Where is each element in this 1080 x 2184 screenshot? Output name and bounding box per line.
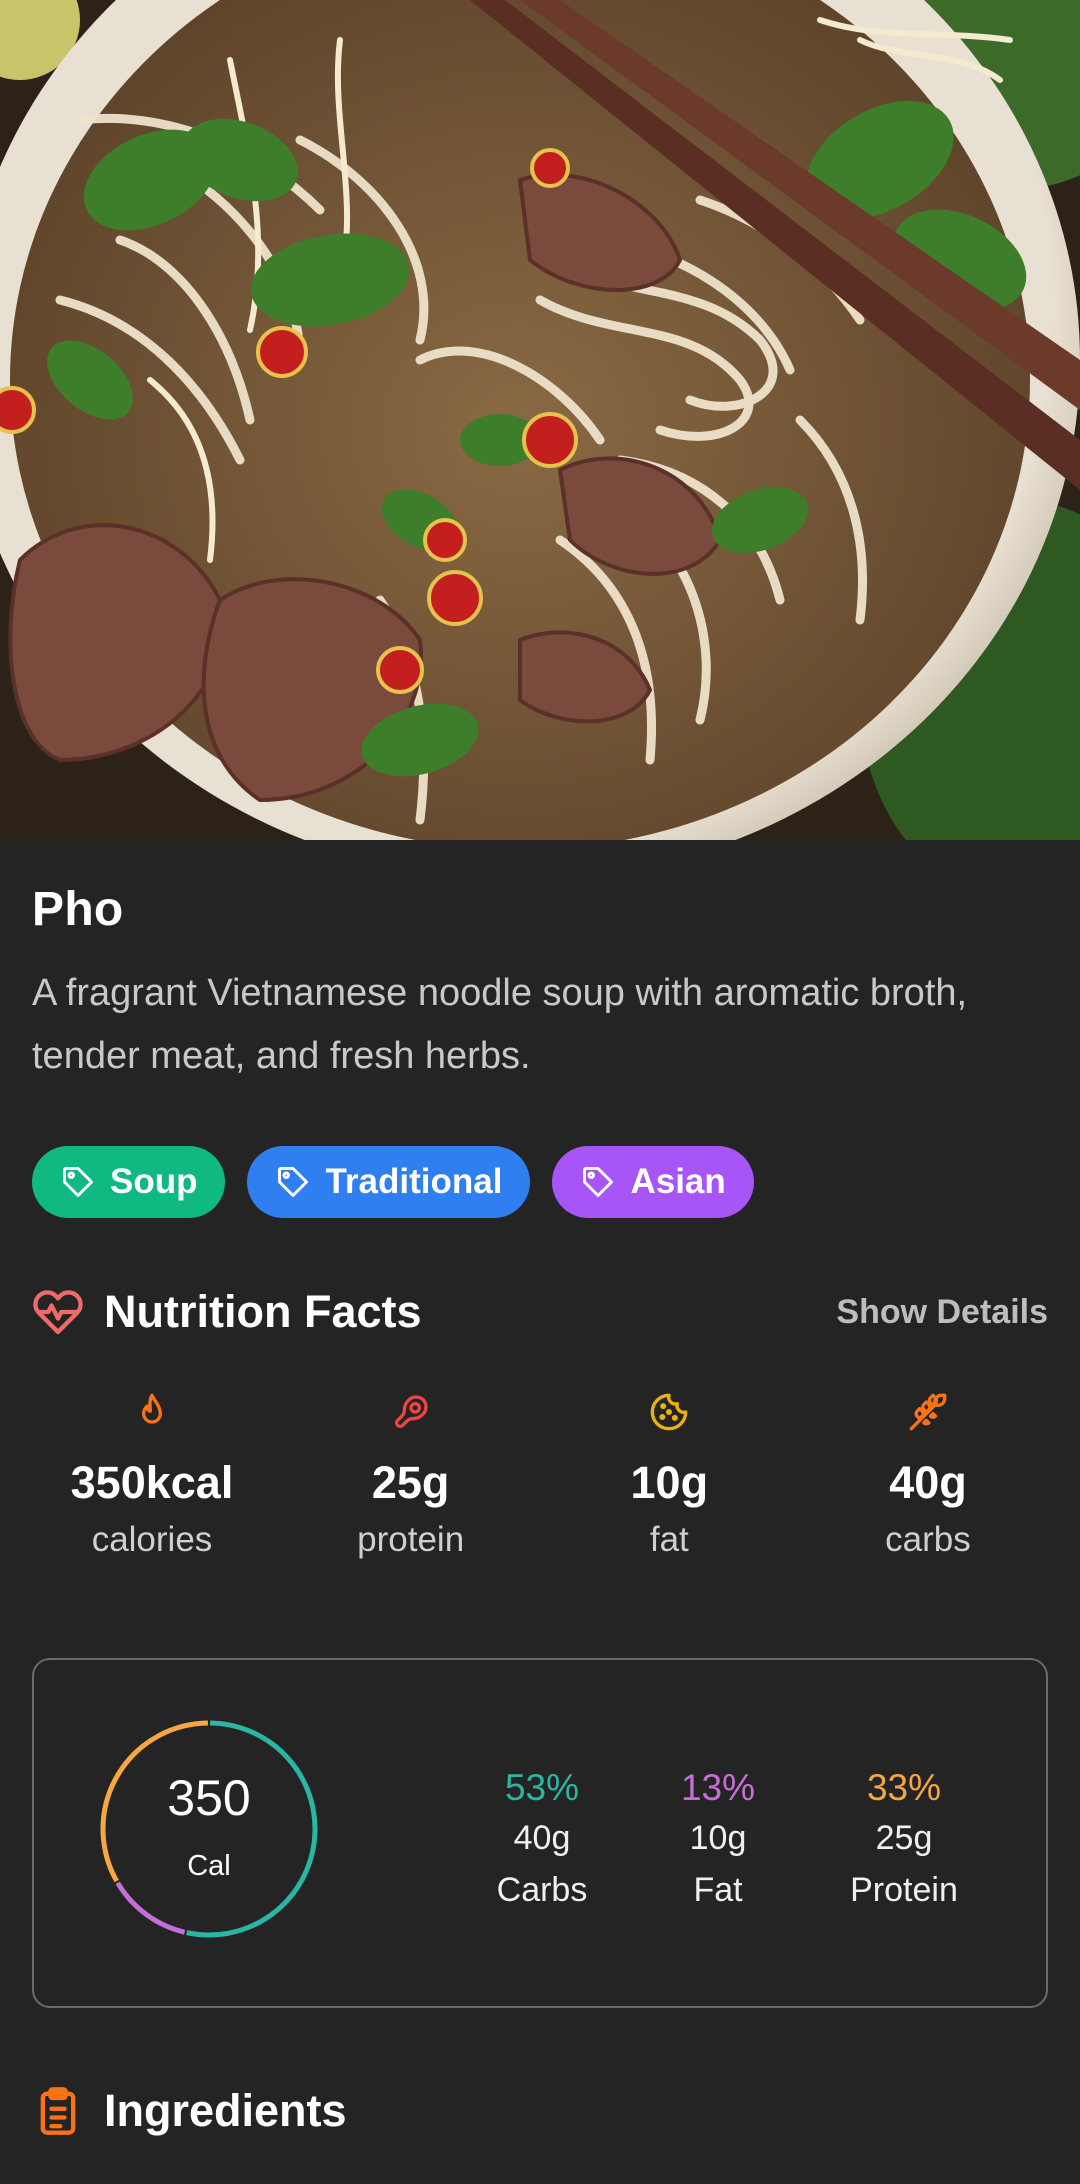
nutrition-title-wrap: Nutrition Facts	[32, 1286, 422, 1338]
fact-value: 40g	[889, 1457, 967, 1508]
macro-name: Fat	[693, 1871, 743, 1909]
fact-label: fat	[649, 1520, 689, 1559]
macro-name: Carbs	[496, 1871, 588, 1909]
fact-carbs: 40g carbs	[808, 1392, 1048, 1564]
macro-grams: 40g	[513, 1819, 571, 1857]
tag-asian[interactable]: Asian	[552, 1146, 754, 1218]
ingredients-header: Ingredients	[32, 2078, 1048, 2144]
fact-protein: 25g protein	[291, 1392, 531, 1564]
fact-label: protein	[357, 1520, 465, 1559]
recipe-hero-image	[0, 0, 1080, 840]
recipe-detail-screen: Pho A fragrant Vietnamese noodle soup wi…	[0, 0, 1080, 2184]
ring-total-value: 350	[167, 1770, 251, 1826]
tag-icon	[60, 1164, 96, 1200]
ring-total-unit: Cal	[187, 1850, 231, 1882]
fact-label: carbs	[885, 1520, 971, 1559]
recipe-content: Pho A fragrant Vietnamese noodle soup wi…	[32, 840, 1048, 2144]
ingredients-title-wrap: Ingredients	[32, 2085, 347, 2137]
tag-icon	[275, 1164, 311, 1200]
macro-carbs: 53% 40g Carbs	[442, 1764, 642, 1916]
flame-icon	[32, 1392, 272, 1436]
macro-breakdown-card: 350 Cal 53% 40g Carbs 13% 10g Fat 33% 25…	[32, 1658, 1048, 2008]
tag-soup[interactable]: Soup	[32, 1146, 226, 1218]
macro-grams: 25g	[875, 1819, 933, 1857]
macro-fat: 13% 10g Fat	[618, 1764, 818, 1916]
tag-label: Traditional	[325, 1162, 503, 1201]
tag-icon	[580, 1164, 616, 1200]
fact-calories: 350kcal calories	[32, 1392, 272, 1564]
recipe-title: Pho	[32, 883, 124, 936]
nutrition-facts-header: Nutrition Facts Show Details	[32, 1282, 1048, 1342]
calorie-ring-chart	[100, 1720, 318, 1938]
tag-label: Asian	[630, 1162, 726, 1201]
fact-value: 10g	[630, 1457, 709, 1508]
cookie-icon	[549, 1392, 789, 1436]
fact-value: 25g	[371, 1457, 450, 1508]
macro-grams: 10g	[689, 1819, 747, 1857]
fact-value: 350kcal	[70, 1457, 234, 1508]
nutrition-facts-row: 350kcal calories 25g protein 10g fat 40g…	[32, 1392, 1048, 1564]
macro-percent: 53%	[504, 1767, 580, 1808]
meat-icon	[291, 1392, 531, 1436]
ingredients-title: Ingredients	[104, 2085, 347, 2136]
fact-label: calories	[91, 1520, 213, 1559]
recipe-description: A fragrant Vietnamese noodle soup with a…	[32, 972, 968, 1077]
ring-segment-carbs	[186, 1720, 318, 1938]
wheat-icon	[808, 1392, 1048, 1436]
nutrition-title: Nutrition Facts	[104, 1286, 422, 1337]
macro-percent: 13%	[680, 1767, 756, 1808]
show-details-button[interactable]: Show Details	[836, 1293, 1048, 1332]
fact-fat: 10g fat	[549, 1392, 789, 1564]
clipboard-list-icon	[32, 2085, 84, 2137]
calorie-ring: 350 Cal	[96, 1716, 322, 1942]
heart-pulse-icon	[32, 1286, 84, 1338]
macro-protein: 33% 25g Protein	[804, 1764, 1004, 1916]
tag-label: Soup	[110, 1162, 198, 1201]
macro-percent: 33%	[866, 1767, 942, 1808]
tag-list: Soup Traditional Asian	[32, 1146, 1048, 1218]
tag-traditional[interactable]: Traditional	[247, 1146, 531, 1218]
macro-name: Protein	[850, 1871, 958, 1909]
ring-segment-fat	[115, 1881, 186, 1935]
